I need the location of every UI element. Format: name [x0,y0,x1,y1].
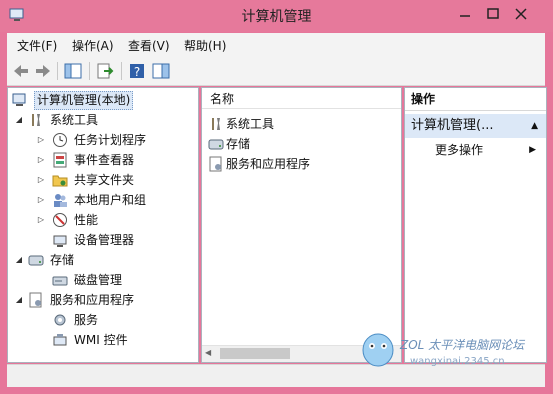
expand-icon[interactable]: ▷ [36,190,46,210]
mascot-logo [362,333,394,367]
scroll-thumb[interactable] [220,348,290,359]
actions-group-header[interactable]: 计算机管理(... ▲ [405,114,546,138]
tree-item-task-scheduler[interactable]: ▷ 任务计划程序 [12,130,192,150]
collapse-icon[interactable]: ◢ [14,110,24,130]
wmi-icon [52,332,68,348]
performance-icon [52,212,68,228]
svg-text:?: ? [134,65,140,79]
collapse-icon[interactable]: ◢ [14,250,24,270]
computer-management-icon [12,92,28,108]
help-icon[interactable]: ? [127,61,147,81]
watermark-line1: ZOL 太平洋电脑网论坛 [400,338,525,352]
storage-icon [208,136,224,152]
menu-view[interactable]: 查看(V) [128,37,170,54]
tree-root-label: 计算机管理(本地) [34,91,134,110]
tree-item-label: 服务 [74,313,99,327]
disk-icon [52,272,68,288]
actions-pane: 操作 计算机管理(... ▲ 更多操作 ▶ [404,87,547,363]
gear-icon [52,312,68,328]
expand-icon[interactable]: ▷ [36,130,46,150]
list-item-label: 系统工具 [226,117,275,131]
close-button[interactable] [506,4,536,24]
device-manager-icon [52,232,68,248]
tree-pane: 计算机管理(本地) ◢ 系统工具 ▷ 任务计划程序 ▷ 事件查看器 ▷ 共享文件… [7,87,199,363]
minimize-button[interactable] [450,4,480,24]
more-actions-label: 更多操作 [435,143,484,157]
tree-item-label: 事件查看器 [74,153,135,167]
tree-item-device-manager[interactable]: 设备管理器 [12,230,192,250]
tree-item-label: 共享文件夹 [74,173,135,187]
tree-item-wmi[interactable]: WMI 控件 [12,330,192,350]
export-list-icon[interactable] [95,61,115,81]
window: 计算机管理 文件(F) 操作(A) 查看(V) 帮助(H) ? 计算机管理(本地… [0,0,553,394]
collapse-up-icon[interactable]: ▲ [531,114,538,138]
tree-item-performance[interactable]: ▷ 性能 [12,210,192,230]
actions-title-label: 操作 [411,92,436,106]
tree-item-system-tools[interactable]: ◢ 系统工具 [12,110,192,130]
submenu-arrow-icon: ▶ [529,145,536,155]
list-item-label: 存储 [226,137,251,151]
shared-folder-icon [52,172,68,188]
tree-item-label: 服务和应用程序 [50,293,135,307]
tree-item-label: 设备管理器 [74,233,135,247]
tree-item-label: 性能 [74,213,99,227]
tree-item-disk-management[interactable]: 磁盘管理 [12,270,192,290]
show-hide-action-pane-icon[interactable] [151,61,171,81]
menu-bar: 文件(F) 操作(A) 查看(V) 帮助(H) [7,33,545,57]
back-icon[interactable] [11,61,31,81]
show-hide-tree-icon[interactable] [63,61,83,81]
actions-group-label: 计算机管理(... [411,118,494,133]
toolbar-separator [121,62,122,80]
services-apps-icon [208,156,224,172]
toolbar-separator [89,62,90,80]
users-icon [52,192,68,208]
maximize-button[interactable] [478,4,508,24]
title-bar[interactable]: 计算机管理 [0,0,553,32]
tools-icon [28,112,44,128]
tree-item-label: 磁盘管理 [74,273,123,287]
column-header-label: 名称 [210,92,235,106]
tree-item-local-users[interactable]: ▷ 本地用户和组 [12,190,192,210]
clock-icon [52,132,68,148]
menu-action[interactable]: 操作(A) [72,37,114,54]
services-apps-icon [28,292,44,308]
storage-icon [28,252,44,268]
event-viewer-icon [52,152,68,168]
tree-item-label: WMI 控件 [74,333,128,347]
menu-file[interactable]: 文件(F) [17,37,57,54]
tree-item-event-viewer[interactable]: ▷ 事件查看器 [12,150,192,170]
tree-item-label: 任务计划程序 [74,133,147,147]
more-actions-item[interactable]: 更多操作 ▶ [405,140,546,160]
collapse-icon[interactable]: ◢ [14,290,24,310]
tools-icon [208,116,224,132]
menu-help[interactable]: 帮助(H) [184,37,226,54]
watermark: ZOL 太平洋电脑网论坛 wangxinai.2345.cn [358,328,548,378]
expand-icon[interactable]: ▷ [36,210,46,230]
tree-item-services[interactable]: 服务 [12,310,192,330]
tree-item-storage[interactable]: ◢ 存储 [12,250,192,270]
watermark-line2: wangxinai.2345.cn [410,356,505,367]
actions-title: 操作 [405,88,546,111]
toolbar-separator [57,62,58,80]
tree-item-shared-folders[interactable]: ▷ 共享文件夹 [12,170,192,190]
scroll-left-icon[interactable]: ◀ [205,348,211,357]
forward-icon[interactable] [33,61,53,81]
list-pane: 名称 系统工具 存储 服务和应用程序 ◀ [201,87,402,363]
tree-item-label: 系统工具 [50,113,99,127]
tree-item-services-apps[interactable]: ◢ 服务和应用程序 [12,290,192,310]
expand-icon[interactable]: ▷ [36,150,46,170]
tree-item-label: 存储 [50,253,75,267]
toolbar: ? [7,57,545,86]
expand-icon[interactable]: ▷ [36,170,46,190]
list-item-label: 服务和应用程序 [226,157,311,171]
column-header-name[interactable]: 名称 [202,88,401,109]
tree-item-label: 本地用户和组 [74,193,147,207]
